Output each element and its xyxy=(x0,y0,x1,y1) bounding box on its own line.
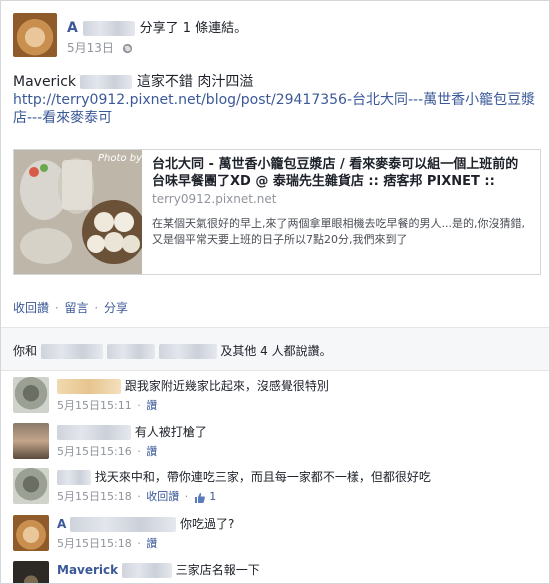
preview-description: 在某個天氣很好的早上,來了两個拿單眼相機去吃早餐的男人...是的,你沒猜錯,又是… xyxy=(152,217,525,246)
author-name[interactable]: A xyxy=(67,20,78,36)
commenter-name[interactable]: Maverick xyxy=(57,563,118,577)
globe-icon xyxy=(122,43,132,54)
comment-text: 找天來中和，帶你連吃三家，而且每一家都不一樣，但都很好吃 xyxy=(94,470,431,484)
preview-thumbnail[interactable]: Photo by xyxy=(14,150,142,274)
comment-text: 你吃過了? xyxy=(179,517,235,531)
redacted-name[interactable] xyxy=(158,344,217,359)
redacted-name[interactable] xyxy=(40,344,103,359)
commenter-avatar[interactable] xyxy=(13,377,49,413)
comment-text-line: 找天來中和，帶你連吃三家，而且每一家都不一樣，但都很好吃 xyxy=(57,468,431,485)
post-actions: 收回讚 · 留言 · 分享 xyxy=(13,301,129,315)
comment-text: 有人被打槍了 xyxy=(134,425,207,439)
comment-time[interactable]: 5月15日15:16 xyxy=(57,445,132,458)
redacted-name xyxy=(80,75,133,89)
comment-text-line: A 你吃過了? xyxy=(57,515,234,532)
preview-title[interactable]: 台北大同 - 萬世香小籠包豆漿店 / 看來麥泰可以組一個上班前的台味早餐團了XD… xyxy=(152,156,530,190)
post-time-row: 5月13日 xyxy=(67,39,133,56)
comment-meta: 5月15日15:16 · 讚 xyxy=(57,445,158,458)
likes-summary: 你和 及其他 4 人都說讚。 xyxy=(13,344,332,359)
redacted-name[interactable] xyxy=(57,379,121,394)
comment-meta: 5月15日15:18 · 收回讚 · 1 xyxy=(57,490,217,503)
comment-time[interactable]: 5月15日15:11 xyxy=(57,399,132,412)
comment-link[interactable]: 留言 xyxy=(65,301,89,315)
post-timestamp[interactable]: 5月13日 xyxy=(67,41,114,55)
comment-time[interactable]: 5月15日15:18 xyxy=(57,490,132,503)
likes-suffix[interactable]: 及其他 4 人都說讚。 xyxy=(220,344,331,358)
comment-text-line: 有人被打槍了 xyxy=(57,423,207,440)
food-photo xyxy=(14,150,142,274)
thumbs-up-icon xyxy=(194,492,205,503)
likes-bar: 你和 及其他 4 人都說讚。 xyxy=(1,327,549,371)
share-action-text: 分享了 1 條連結。 xyxy=(139,21,248,36)
commenter-avatar[interactable] xyxy=(13,515,49,551)
redacted-name xyxy=(70,517,177,532)
comment-text: 跟我家附近幾家比起來，沒感覺很特別 xyxy=(124,379,329,393)
comment-like-count[interactable]: 1 xyxy=(209,490,216,503)
photo-watermark: Photo by xyxy=(98,153,142,164)
comment-meta: 5月15日15:18 · 讚 xyxy=(57,537,158,550)
commenter-avatar[interactable] xyxy=(13,561,49,583)
comment-unlike-link[interactable]: 收回讚 xyxy=(146,490,179,503)
redacted-name xyxy=(121,563,172,578)
author-avatar[interactable] xyxy=(13,13,57,57)
comment-like-link[interactable]: 讚 xyxy=(146,399,157,412)
post-message: Maverick 這家不錯 肉汁四溢 http://terry0912.pixn… xyxy=(13,73,541,127)
post-url-link[interactable]: http://terry0912.pixnet.net/blog/post/29… xyxy=(13,92,535,126)
commenter-name[interactable]: A xyxy=(57,517,66,531)
commenter-avatar[interactable] xyxy=(13,423,49,459)
comment-text-line: 跟我家附近幾家比起來，沒感覺很特別 xyxy=(57,377,329,394)
comment-like-link[interactable]: 讚 xyxy=(146,445,157,458)
preview-domain: terry0912.pixnet.net xyxy=(152,192,277,206)
author-line: A 分享了 1 條連結。 xyxy=(67,17,247,36)
message-name: Maverick xyxy=(13,74,77,90)
comment-meta: 5月15日15:11 · 讚 xyxy=(57,399,158,412)
redacted-name[interactable] xyxy=(57,470,91,485)
share-link[interactable]: 分享 xyxy=(104,301,128,315)
redacted-name xyxy=(82,20,135,36)
comment-time[interactable]: 5月15日15:18 xyxy=(57,537,132,550)
commenter-avatar[interactable] xyxy=(13,468,49,504)
preview-body: 台北大同 - 萬世香小籠包豆漿店 / 看來麥泰可以組一個上班前的台味早餐團了XD… xyxy=(142,150,540,274)
comment-text-line: Maverick 三家店名報一下 xyxy=(57,561,260,578)
redacted-name[interactable] xyxy=(57,425,131,440)
unlike-link[interactable]: 收回讚 xyxy=(13,301,49,315)
post-card: A 分享了 1 條連結。 5月13日 Maverick 這家不錯 肉汁四溢 ht… xyxy=(0,0,550,584)
message-text: 這家不錯 肉汁四溢 xyxy=(136,74,254,90)
redacted-name[interactable] xyxy=(106,344,155,359)
link-preview[interactable]: Photo by 台北大同 - 萬世香小籠包豆漿店 / 看來麥泰可以組一個上班前… xyxy=(13,149,541,275)
comment-like-link[interactable]: 讚 xyxy=(146,537,157,550)
comment-text: 三家店名報一下 xyxy=(175,563,260,577)
